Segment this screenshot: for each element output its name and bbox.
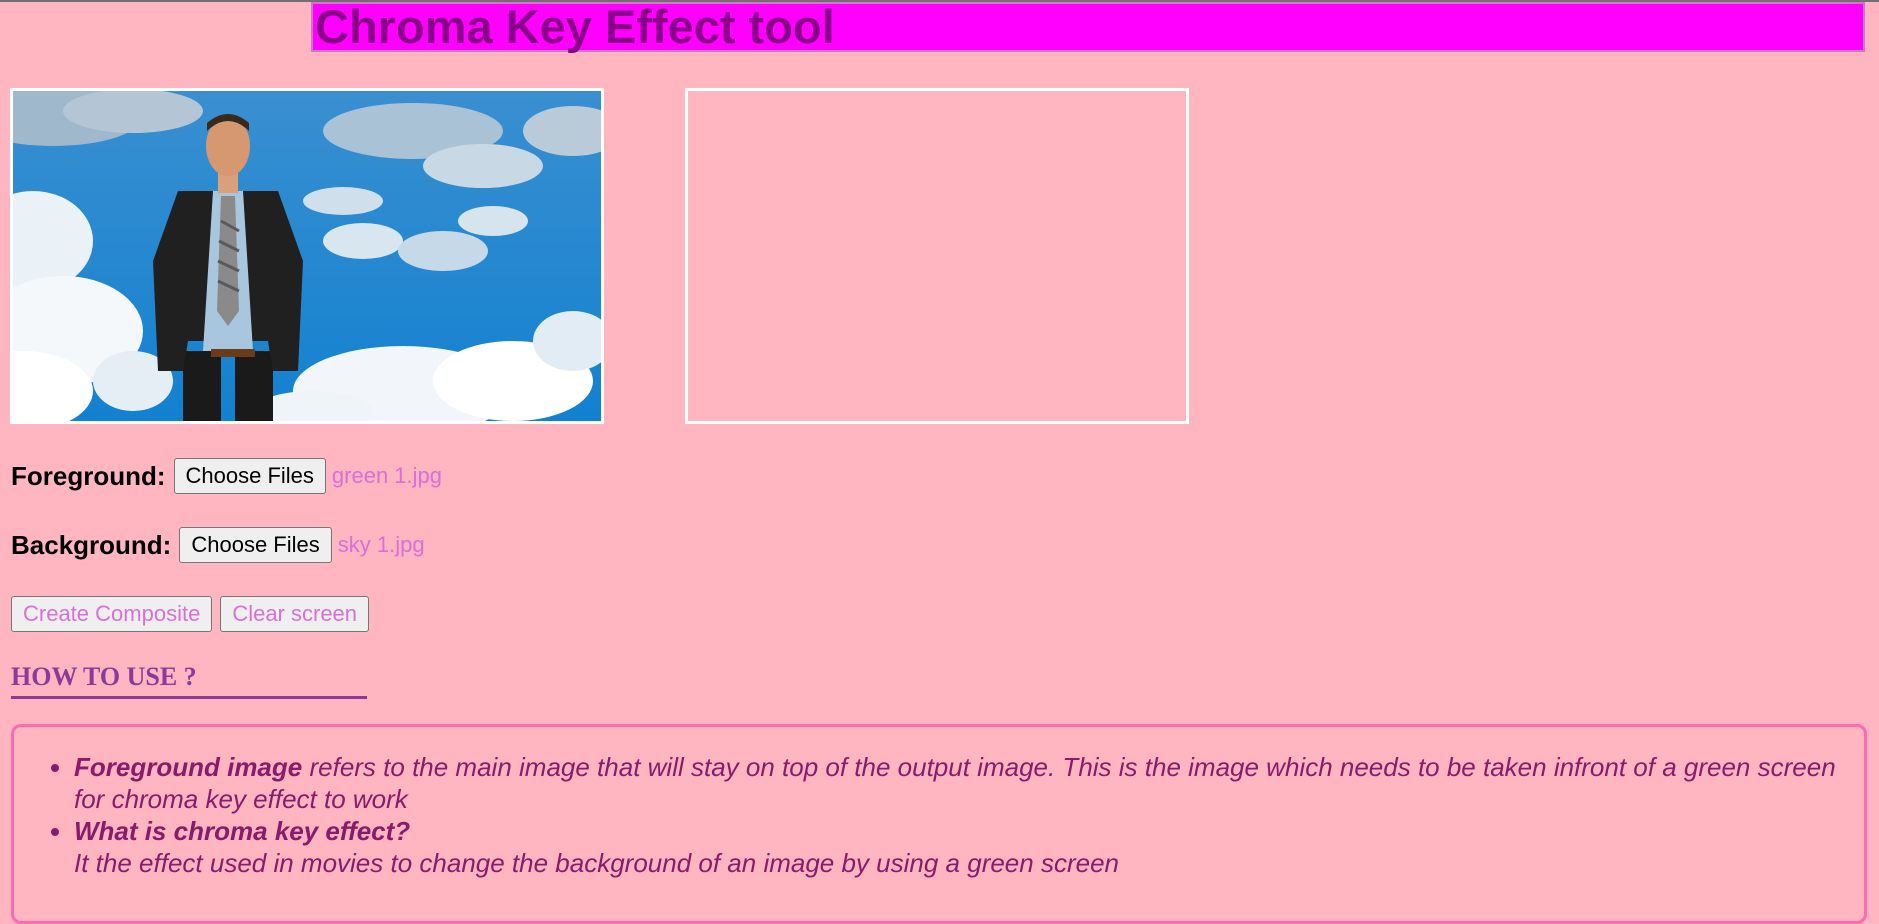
create-composite-button[interactable]: Create Composite <box>11 596 213 632</box>
list-item: What is chroma key effect? It the effect… <box>74 815 1844 879</box>
foreground-row: Foreground: Choose Files green 1.jpg <box>11 458 442 494</box>
background-file-button[interactable]: Choose Files <box>179 527 332 563</box>
list-item-text: It the effect used in movies to change t… <box>74 848 1119 878</box>
instructions-list: Foreground image refers to the main imag… <box>14 727 1864 879</box>
instructions-box: Foreground image refers to the main imag… <box>11 724 1867 924</box>
output-canvas <box>685 88 1189 424</box>
foreground-file-name: green 1.jpg <box>331 463 443 488</box>
how-to-heading: HOW TO USE ? <box>11 662 367 699</box>
list-item-term: What is chroma key effect? <box>74 816 411 846</box>
background-row: Background: Choose Files sky 1.jpg <box>11 527 425 563</box>
list-item: Foreground image refers to the main imag… <box>74 751 1844 815</box>
sky-person-image <box>13 91 601 421</box>
page-title: Chroma Key Effect tool <box>315 0 835 53</box>
list-item-term: Foreground image <box>74 752 303 782</box>
composite-preview-canvas <box>10 88 604 424</box>
title-banner: Chroma Key Effect tool <box>311 2 1865 52</box>
foreground-label: Foreground: <box>11 460 166 491</box>
clear-screen-button[interactable]: Clear screen <box>220 596 370 632</box>
action-row: Create Composite Clear screen <box>11 596 377 632</box>
background-file-name: sky 1.jpg <box>337 532 425 557</box>
foreground-file-button[interactable]: Choose Files <box>173 458 326 494</box>
list-item-text: refers to the main image that will stay … <box>74 752 1836 814</box>
background-label: Background: <box>11 529 172 560</box>
